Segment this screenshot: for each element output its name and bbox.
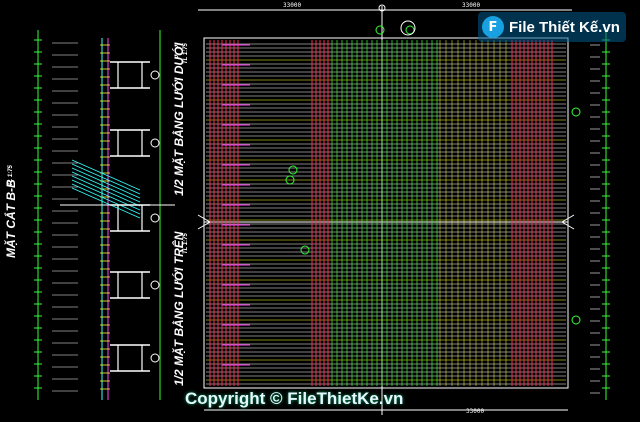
watermark-logo: F File Thiết Kế.vn <box>478 12 626 42</box>
reinforcement-plan <box>197 4 581 415</box>
section-marker-circle <box>150 213 160 223</box>
section-marker-circle <box>150 353 160 363</box>
rebar-bend <box>71 163 141 195</box>
rebar-bend <box>71 187 141 219</box>
logo-icon: F <box>482 16 504 38</box>
plan-bottom-scale: TL 1:75 <box>183 43 189 64</box>
rebar-bend <box>71 159 141 191</box>
plan-top-scale: TL 1:75 <box>183 233 189 254</box>
copyright-watermark: Copyright © FileThietKe.vn <box>185 389 404 408</box>
logo-text: File Thiết Kế.vn <box>509 18 620 36</box>
rebar-bend <box>71 167 141 199</box>
rebar-marker-circle <box>571 107 581 117</box>
cross-section-b-b <box>34 30 175 400</box>
rebar-bend <box>71 171 141 203</box>
section-marker-circle <box>150 280 160 290</box>
right-dimension-chain <box>590 30 610 400</box>
rebar-marker-circle <box>300 245 310 255</box>
plan-outline <box>203 37 569 389</box>
dimension-bottom: 33000 <box>466 408 485 415</box>
plan-bottom-title: 1/2 MẶT BẰNG LƯỚI DƯỚI <box>172 42 186 196</box>
rebar-bend <box>71 183 141 215</box>
plan-top-title: 1/2 MẶT BẰNG LƯỚI TRÊN <box>172 231 186 386</box>
section-title: MẶT CẮT B-B <box>4 179 18 258</box>
section-marker-circle <box>150 70 160 80</box>
rebar-marker-circle <box>288 165 298 175</box>
section-scale: TL 1:75 <box>8 165 14 186</box>
cad-drawing-canvas <box>34 4 610 415</box>
dimension-top-left: 33000 <box>283 2 302 9</box>
dimension-top-right: 33000 <box>462 2 481 9</box>
rebar-marker-circle <box>571 315 581 325</box>
rebar-marker-circle <box>375 25 385 35</box>
rebar-bend <box>71 175 141 207</box>
section-marker-circle <box>150 138 160 148</box>
